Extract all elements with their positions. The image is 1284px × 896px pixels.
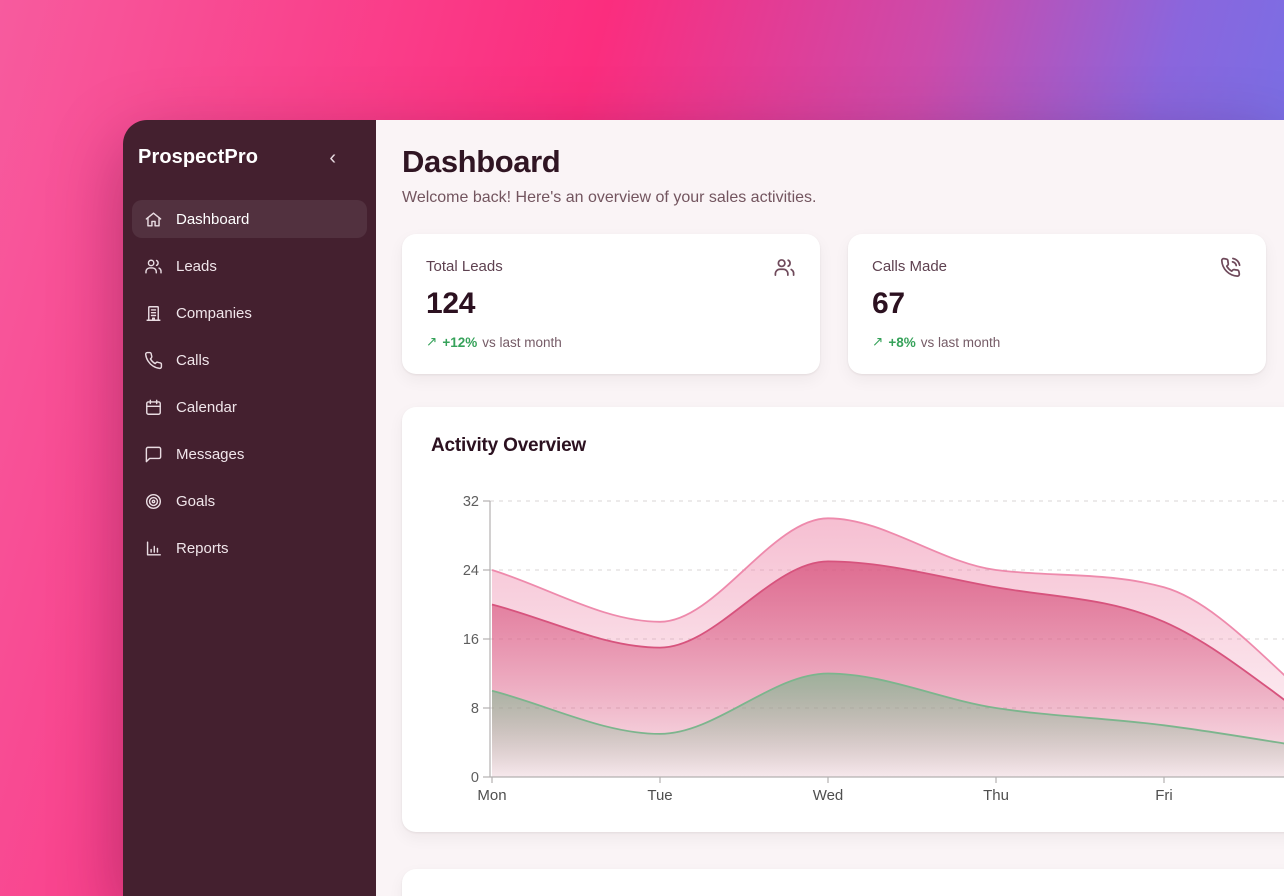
sidebar-item-label: Companies — [176, 305, 252, 322]
sidebar-item-calendar[interactable]: Calendar — [132, 388, 367, 426]
bar-chart-icon — [144, 539, 163, 558]
delta-suffix: vs last month — [482, 335, 562, 350]
sidebar-item-dashboard[interactable]: Dashboard — [132, 200, 367, 238]
sidebar-item-label: Reports — [176, 540, 229, 557]
sidebar-item-label: Calls — [176, 352, 209, 369]
page-subtitle: Welcome back! Here's an overview of your… — [402, 189, 1284, 207]
sidebar-collapse-button[interactable]: ‹ — [329, 148, 336, 168]
sidebar-item-label: Calendar — [176, 399, 237, 416]
stat-card-calls-made: Calls Made 67 ↗ +8% vs last month — [848, 234, 1266, 374]
stat-label: Calls Made — [872, 258, 1242, 275]
users-icon — [773, 256, 796, 279]
svg-text:Fri: Fri — [1155, 787, 1173, 804]
svg-text:16: 16 — [463, 632, 479, 648]
main-content: Dashboard Welcome back! Here's an overvi… — [376, 120, 1284, 896]
sidebar-item-companies[interactable]: Companies — [132, 294, 367, 332]
sidebar: ProspectPro ‹ Dashboard Leads Companies … — [123, 120, 376, 896]
delta-percent: +8% — [888, 335, 915, 350]
sidebar-item-reports[interactable]: Reports — [132, 529, 367, 567]
activity-area-chart: 08162432MonTueWedThuFriSat — [402, 407, 1284, 817]
trend-up-arrow-icon: ↗ — [426, 334, 437, 350]
phone-icon — [144, 351, 163, 370]
stat-value: 124 — [426, 287, 796, 321]
stat-delta: ↗ +12% vs last month — [426, 334, 796, 350]
svg-text:0: 0 — [471, 770, 479, 786]
stat-value: 67 — [872, 287, 1242, 321]
sidebar-item-goals[interactable]: Goals — [132, 482, 367, 520]
delta-percent: +12% — [442, 335, 477, 350]
users-icon — [144, 257, 163, 276]
sidebar-item-messages[interactable]: Messages — [132, 435, 367, 473]
svg-text:Wed: Wed — [813, 787, 844, 804]
stat-card-total-leads: Total Leads 124 ↗ +12% vs last month — [402, 234, 820, 374]
svg-text:Thu: Thu — [983, 787, 1009, 804]
sidebar-item-label: Messages — [176, 446, 244, 463]
sidebar-item-leads[interactable]: Leads — [132, 247, 367, 285]
sidebar-nav: Dashboard Leads Companies Calls Calendar… — [132, 200, 367, 567]
svg-text:24: 24 — [463, 563, 479, 579]
building-icon — [144, 304, 163, 323]
sidebar-header: ProspectPro ‹ — [132, 146, 367, 169]
home-icon — [144, 210, 163, 229]
sidebar-item-label: Goals — [176, 493, 215, 510]
activity-overview-card: Activity Overview 08162432MonTueWedThuFr… — [402, 407, 1284, 832]
target-icon — [144, 492, 163, 511]
sidebar-item-label: Dashboard — [176, 211, 249, 228]
svg-text:8: 8 — [471, 701, 479, 717]
partial-card-bottom — [402, 869, 1284, 896]
message-icon — [144, 445, 163, 464]
trend-up-arrow-icon: ↗ — [872, 334, 883, 350]
svg-text:Mon: Mon — [477, 787, 506, 804]
svg-text:Tue: Tue — [647, 787, 672, 804]
sidebar-item-calls[interactable]: Calls — [132, 341, 367, 379]
delta-suffix: vs last month — [921, 335, 1001, 350]
sidebar-item-label: Leads — [176, 258, 217, 275]
page-title: Dashboard — [402, 144, 1284, 180]
stats-row: Total Leads 124 ↗ +12% vs last month Cal… — [402, 234, 1284, 374]
calendar-icon — [144, 398, 163, 417]
svg-text:32: 32 — [463, 494, 479, 510]
app-logo-text: ProspectPro — [138, 146, 258, 169]
stat-delta: ↗ +8% vs last month — [872, 334, 1242, 350]
app-window: ProspectPro ‹ Dashboard Leads Companies … — [123, 120, 1284, 896]
phone-call-icon — [1219, 256, 1242, 279]
stat-label: Total Leads — [426, 258, 796, 275]
